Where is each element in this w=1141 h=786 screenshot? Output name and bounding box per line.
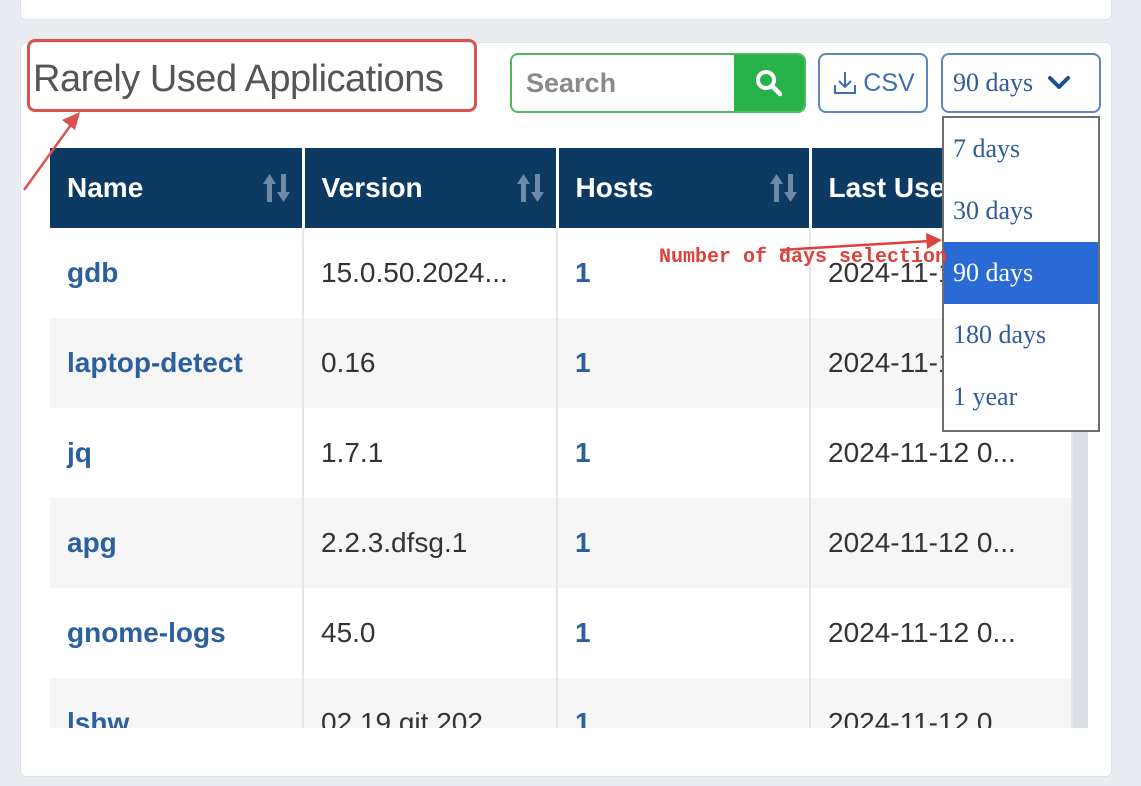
days-option-90[interactable]: 90 days: [944, 242, 1098, 304]
app-hosts-link[interactable]: 1: [557, 318, 811, 408]
csv-export-button[interactable]: CSV: [818, 53, 928, 113]
app-version: 02.19.git.202...: [303, 678, 558, 728]
app-version: 45.0: [303, 588, 558, 678]
search-input[interactable]: [512, 55, 734, 111]
app-version: 1.7.1: [303, 408, 558, 498]
apps-table-container: Name Version Hosts Last Used gdb 15.0.50…: [50, 148, 1088, 728]
search-box: [510, 53, 806, 113]
search-button[interactable]: [734, 55, 804, 111]
days-filter-select[interactable]: 90 days: [941, 53, 1101, 113]
app-version: 2.2.3.dfsg.1: [303, 498, 558, 588]
column-hosts-label: Hosts: [575, 172, 654, 203]
table-row[interactable]: gnome-logs 45.0 1 2024-11-12 0...: [50, 588, 1073, 678]
column-header-version[interactable]: Version: [303, 148, 559, 228]
search-icon: [756, 70, 783, 97]
title-highlight-box: [27, 39, 477, 112]
days-dropdown-menu: 7 days 30 days 90 days 180 days 1 year: [942, 116, 1100, 432]
download-icon: [834, 72, 857, 94]
app-hosts-link[interactable]: 1: [557, 408, 811, 498]
column-header-name[interactable]: Name: [50, 148, 305, 228]
sort-icon: [769, 174, 797, 202]
column-version-label: Version: [321, 172, 423, 203]
app-last-used: 2024-11-12 0...: [810, 588, 1073, 678]
app-version: 0.16: [303, 318, 558, 408]
apps-table: Name Version Hosts Last Used gdb 15.0.50…: [50, 148, 1074, 728]
sort-icon: [262, 174, 290, 202]
app-hosts-link[interactable]: 1: [557, 498, 811, 588]
app-version: 15.0.50.2024...: [303, 228, 558, 318]
app-hosts-link[interactable]: 1: [557, 588, 811, 678]
previous-panel: [20, 0, 1112, 20]
app-name-link[interactable]: jq: [50, 408, 304, 498]
table-row[interactable]: gdb 15.0.50.2024... 1 2024-11-12 0...: [50, 228, 1073, 318]
days-option-30[interactable]: 30 days: [944, 180, 1098, 242]
app-hosts-link[interactable]: 1: [557, 228, 811, 318]
days-filter-value: 90 days: [953, 68, 1034, 97]
app-name-link[interactable]: gnome-logs: [50, 588, 304, 678]
app-last-used: 2024-11-12 0...: [810, 678, 1073, 728]
sort-icon: [516, 174, 544, 202]
chevron-down-icon: [1048, 76, 1071, 89]
table-row[interactable]: apg 2.2.3.dfsg.1 1 2024-11-12 0...: [50, 498, 1073, 588]
column-header-hosts[interactable]: Hosts: [557, 148, 812, 228]
days-option-1-year[interactable]: 1 year: [944, 366, 1098, 428]
table-row[interactable]: laptop-detect 0.16 1 2024-11-12 0...: [50, 318, 1073, 408]
app-name-link[interactable]: apg: [50, 498, 304, 588]
table-row[interactable]: jq 1.7.1 1 2024-11-12 0...: [50, 408, 1073, 498]
app-last-used: 2024-11-12 0...: [810, 498, 1073, 588]
table-row[interactable]: lshw 02.19.git.202... 1 2024-11-12 0...: [50, 678, 1073, 728]
csv-label: CSV: [863, 68, 915, 97]
app-hosts-link[interactable]: 1: [557, 678, 811, 728]
app-name-link[interactable]: gdb: [50, 228, 304, 318]
annotation-label: Number of days selection: [659, 246, 948, 269]
app-name-link[interactable]: laptop-detect: [50, 318, 304, 408]
days-option-180[interactable]: 180 days: [944, 304, 1098, 366]
column-name-label: Name: [67, 172, 144, 203]
app-name-link[interactable]: lshw: [50, 678, 304, 728]
days-option-7[interactable]: 7 days: [944, 118, 1098, 180]
